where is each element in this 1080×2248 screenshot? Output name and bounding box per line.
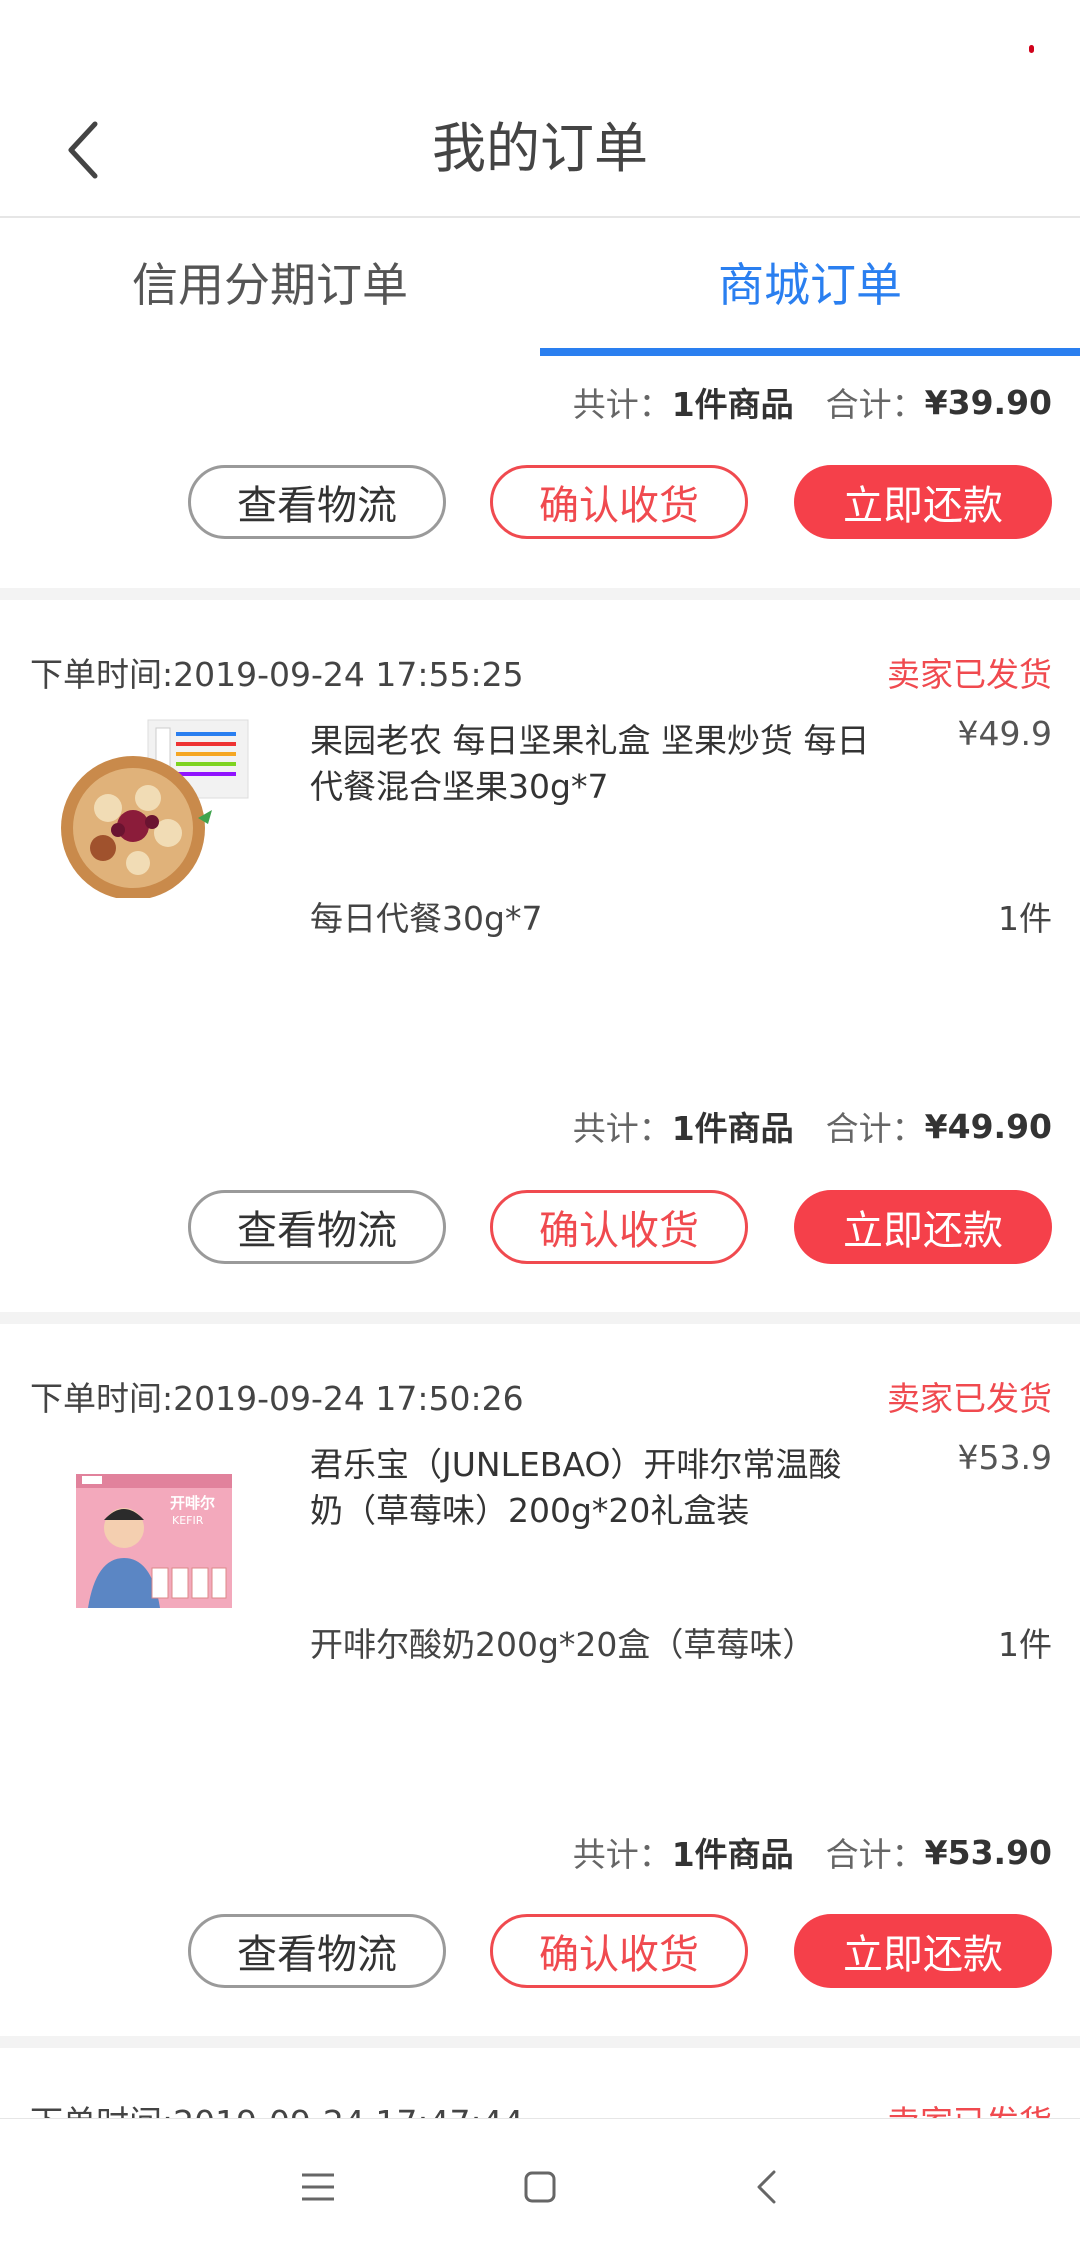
page-title: 我的订单 [432, 117, 648, 180]
order-summary: 共计： 1件商品 合计： ¥39.90 [573, 372, 1052, 432]
count-prefix: 共计： [572, 1835, 672, 1874]
separator [0, 2036, 1080, 2048]
product-name[interactable]: 君乐宝（JUNLEBAO）开啡尔常温酸奶（草莓味）200g*20礼盒装 [310, 1442, 870, 1534]
view-logistics-button[interactable]: 查看物流 [188, 1914, 446, 1988]
confirm-receipt-button[interactable]: 确认收货 [490, 465, 748, 539]
order-status: 卖家已发货 [887, 2096, 1052, 2118]
status-bar [0, 0, 1080, 80]
product-price: ¥49.9 [957, 714, 1052, 753]
header: 我的订单 [0, 80, 1080, 218]
order-summary: 共计： 1件商品 合计： ¥49.90 [573, 1096, 1052, 1156]
product-name[interactable]: 果园老农 每日坚果礼盒 坚果炒货 每日代餐混合坚果30g*7 [310, 718, 870, 810]
back-button[interactable] [48, 110, 118, 190]
amount-prefix: 合计： [825, 1835, 925, 1874]
product-image-mixed-nuts[interactable] [48, 718, 258, 900]
back-icon[interactable] [736, 2157, 796, 2217]
order-time: 下单时间:2019-09-24 17:55:25 [30, 655, 524, 694]
home-icon[interactable] [510, 2157, 570, 2217]
tab-credit-installment-orders[interactable]: 信用分期订单 [0, 220, 540, 356]
repay-now-button[interactable]: 立即还款 [794, 1914, 1052, 1988]
item-count: 1件商品 [671, 1109, 794, 1148]
count-prefix: 共计： [572, 385, 672, 424]
tab-mall-orders[interactable]: 商城订单 [540, 220, 1080, 356]
amount-prefix: 合计： [825, 385, 925, 424]
order-summary: 共计： 1件商品 合计： ¥53.90 [573, 1822, 1052, 1882]
tab-label: 信用分期订单 [132, 258, 408, 312]
order-amount: ¥39.90 [924, 382, 1052, 422]
system-nav-bar [0, 2118, 1080, 2248]
order-time: 下单时间:2019-09-24 17:50:26 [30, 1379, 524, 1418]
amount-prefix: 合计： [825, 1109, 925, 1148]
product-price: ¥53.9 [957, 1438, 1052, 1477]
order-status: 卖家已发货 [887, 1379, 1052, 1418]
separator [0, 1312, 1080, 1324]
item-count: 1件商品 [671, 1835, 794, 1874]
product-spec: 每日代餐30g*7 [310, 899, 543, 938]
order-amount: ¥49.90 [924, 1106, 1052, 1146]
active-tab-indicator [540, 348, 1080, 356]
repay-now-button[interactable]: 立即还款 [794, 465, 1052, 539]
product-quantity: 1件 [998, 899, 1052, 938]
product-quantity: 1件 [998, 1625, 1052, 1664]
confirm-receipt-button[interactable]: 确认收货 [490, 1914, 748, 1988]
order-status: 卖家已发货 [887, 655, 1052, 694]
order-list[interactable]: 共计： 1件商品 合计： ¥39.90 查看物流 确认收货 立即还款 下单时间:… [0, 356, 1080, 2118]
chevron-left-icon [68, 121, 98, 179]
menu-icon[interactable] [288, 2157, 348, 2217]
kefir-logo-text-en: KEFIR [172, 1514, 204, 1527]
confirm-receipt-button[interactable]: 确认收货 [490, 1190, 748, 1264]
product-spec: 开啡尔酸奶200g*20盒（草莓味） [310, 1625, 816, 1664]
kefir-logo-text: 开啡尔 [170, 1494, 215, 1512]
view-logistics-button[interactable]: 查看物流 [188, 1190, 446, 1264]
separator [0, 588, 1080, 600]
order-tabs: 信用分期订单 商城订单 [0, 220, 1080, 356]
tab-label: 商城订单 [718, 258, 902, 312]
count-prefix: 共计： [572, 1109, 672, 1148]
notification-dot [1029, 45, 1034, 53]
product-image-kefir[interactable]: 开啡尔 KEFIR [60, 1472, 240, 1612]
view-logistics-button[interactable]: 查看物流 [188, 465, 446, 539]
order-amount: ¥53.90 [924, 1832, 1052, 1872]
repay-now-button[interactable]: 立即还款 [794, 1190, 1052, 1264]
order-time: 下单时间:2019-09-24 17:47:44 [30, 2096, 524, 2118]
item-count: 1件商品 [671, 385, 794, 424]
